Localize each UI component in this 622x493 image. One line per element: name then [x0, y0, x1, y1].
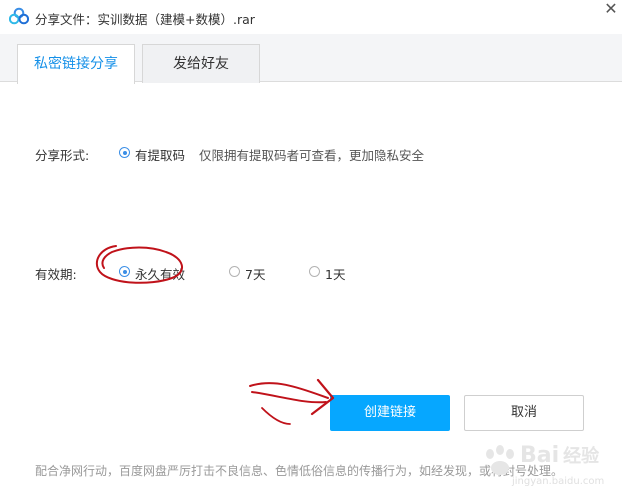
create-link-button[interactable]: 创建链接 — [330, 395, 450, 431]
baidu-netdisk-icon — [9, 7, 29, 25]
share-form-hint: 仅限拥有提取码者可查看，更加隐私安全 — [199, 148, 425, 163]
radio-1-day[interactable] — [309, 266, 320, 277]
annotation-arrow-shaft — [249, 382, 329, 404]
option-1-day-label: 1天 — [325, 267, 346, 282]
validity-label: 有效期: — [35, 267, 77, 282]
option-permanent-label: 永久有效 — [135, 267, 186, 282]
option-7-days-label: 7天 — [245, 267, 266, 282]
watermark-url: jingyan.baidu.com — [512, 476, 605, 487]
annotation-arrow-tail — [261, 407, 291, 425]
radio-7-days[interactable] — [229, 266, 240, 277]
radio-with-code[interactable] — [119, 147, 130, 158]
cancel-button[interactable]: 取消 — [464, 395, 584, 431]
window-title: 分享文件：实训数据（建模+数模）.rar — [35, 12, 255, 27]
tab-bar: 私密链接分享 发给好友 — [0, 34, 622, 84]
tab-private-link[interactable]: 私密链接分享 — [17, 44, 135, 84]
watermark-brand: Bai 经验 — [520, 443, 600, 468]
share-form-label: 分享形式: — [35, 148, 90, 163]
close-icon[interactable]: ✕ — [601, 0, 621, 20]
title-bar: 分享文件：实训数据（建模+数模）.rar ✕ — [0, 0, 622, 34]
option-with-code-label: 有提取码 — [135, 148, 186, 163]
tab-send-to-friend[interactable]: 发给好友 — [142, 44, 260, 83]
radio-permanent[interactable] — [119, 266, 130, 277]
